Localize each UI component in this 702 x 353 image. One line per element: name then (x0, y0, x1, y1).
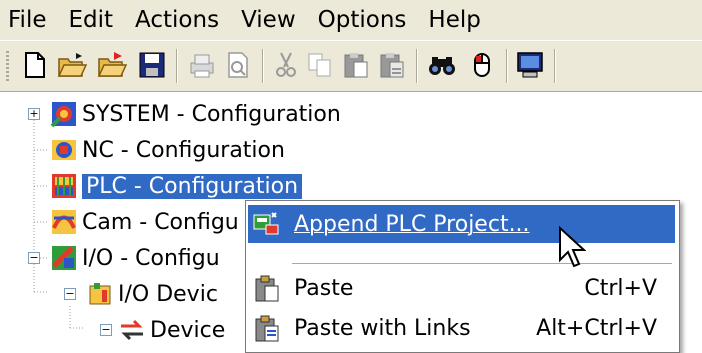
toolbar-separator (262, 49, 264, 83)
collapse-device-icon[interactable]: − (100, 324, 112, 336)
io-config-icon (50, 244, 78, 272)
paste-icon[interactable] (340, 49, 372, 81)
tree-node-label: SYSTEM - Configuration (82, 101, 341, 127)
toolbar-separator (176, 49, 178, 83)
collapse-io-devices-icon[interactable]: − (64, 288, 76, 300)
paste-with-links-icon (252, 313, 288, 343)
toolbar-separator (416, 49, 418, 83)
tree-node-label-selected: PLC - Configuration (82, 173, 303, 199)
plc-config-icon (50, 172, 78, 200)
nc-config-icon (50, 136, 78, 164)
open-icon[interactable] (56, 49, 88, 81)
toolbar-grip[interactable] (6, 51, 9, 81)
copy-icon[interactable] (304, 49, 336, 81)
find-icon[interactable] (426, 49, 458, 81)
toolbar-separator (554, 49, 556, 83)
append-plc-project-icon (252, 209, 288, 239)
collapse-io-icon[interactable]: − (28, 252, 40, 264)
menu-item-label: Paste (294, 275, 354, 301)
menu-item-shortcut: Alt+Ctrl+V (536, 315, 657, 341)
monitor-icon[interactable] (514, 49, 546, 81)
paste-with-links-menu-item[interactable]: Paste with Links Alt+Ctrl+V (248, 309, 675, 347)
paste-menu-item[interactable]: Paste Ctrl+V (248, 269, 675, 307)
tree-node-cam[interactable]: Cam - Configu (50, 206, 239, 238)
menu-item-label: Append PLC Project... (294, 211, 530, 237)
tree-node-label: Device (150, 317, 226, 343)
tree-node-label: I/O - Configu (82, 245, 220, 271)
menu-bar: File Edit Actions View Options Help (0, 0, 702, 40)
paste-with-links-icon[interactable] (376, 49, 408, 81)
tree-node-nc[interactable]: NC - Configuration (50, 134, 285, 166)
menu-separator (292, 263, 672, 264)
print-preview-icon[interactable] (222, 49, 254, 81)
new-icon[interactable] (18, 49, 50, 81)
tree-node-label: I/O Devic (118, 281, 218, 307)
toolbar-separator (506, 49, 508, 83)
context-menu: Append PLC Project... Paste Ctrl+V Paste… (245, 200, 680, 353)
tree-node-system[interactable]: SYSTEM - Configuration (50, 98, 341, 130)
tree-node-io-devices[interactable]: I/O Devic (86, 278, 218, 310)
save-icon[interactable] (136, 49, 168, 81)
cut-icon[interactable] (270, 49, 302, 81)
tree-node-device[interactable]: Device (118, 314, 225, 346)
mouse-cursor-icon (559, 226, 586, 268)
menu-file[interactable]: File (0, 0, 47, 40)
open-from-target-icon[interactable] (96, 49, 128, 81)
append-plc-project-menu-item[interactable]: Append PLC Project... (248, 205, 675, 243)
menu-help[interactable]: Help (418, 0, 480, 40)
menu-item-label: Paste with Links (294, 315, 471, 341)
tree-node-io[interactable]: I/O - Configu (50, 242, 220, 274)
menu-actions[interactable]: Actions (125, 0, 219, 40)
menu-edit[interactable]: Edit (59, 0, 114, 40)
mouse-icon[interactable] (466, 49, 498, 81)
menu-options[interactable]: Options (308, 0, 407, 40)
device-icon (118, 316, 146, 344)
expand-system-icon[interactable]: + (28, 108, 40, 120)
menu-view[interactable]: View (231, 0, 296, 40)
menu-item-shortcut: Ctrl+V (584, 275, 657, 301)
tree-node-label: Cam - Configu (82, 209, 239, 235)
tree-node-plc[interactable]: PLC - Configuration (50, 170, 303, 202)
toolbar (0, 40, 702, 92)
paste-icon (252, 273, 288, 303)
io-devices-icon (86, 280, 114, 308)
cam-config-icon (50, 208, 78, 236)
print-icon[interactable] (186, 49, 218, 81)
system-config-icon (50, 100, 78, 128)
tree-node-label: NC - Configuration (82, 137, 285, 163)
